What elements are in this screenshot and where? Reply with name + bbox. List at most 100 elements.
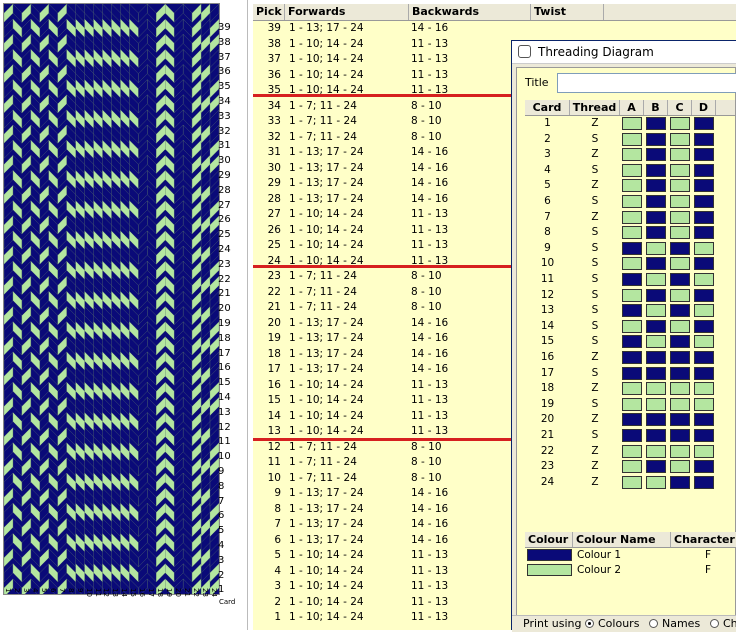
thread-direction[interactable]: Z (570, 147, 620, 163)
hole-a-cell[interactable] (622, 148, 642, 162)
hole-b-cell[interactable] (646, 413, 666, 427)
thread-direction[interactable]: S (570, 334, 620, 350)
hole-b-cell[interactable] (646, 366, 666, 380)
hole-c-cell[interactable] (670, 319, 690, 333)
card-row[interactable]: 6S (525, 194, 735, 210)
hole-c-cell[interactable] (670, 117, 690, 130)
hole-c-cell[interactable] (670, 163, 690, 177)
hole-b-cell[interactable] (646, 304, 666, 318)
thread-direction[interactable]: S (570, 225, 620, 241)
card-row[interactable]: 19 S (525, 397, 735, 413)
hole-b-cell[interactable] (646, 241, 666, 255)
hole-c-cell[interactable] (670, 273, 690, 286)
hole-b-cell[interactable] (646, 195, 666, 208)
hole-c-cell[interactable] (670, 148, 690, 162)
hole-a-cell[interactable] (622, 257, 642, 271)
thread-direction[interactable]: S (570, 241, 620, 257)
hole-a-cell[interactable] (622, 304, 642, 318)
card-row[interactable]: 24 Z (525, 475, 735, 491)
hole-a-cell[interactable] (622, 444, 642, 458)
card-row[interactable]: 15 S (525, 334, 735, 350)
hole-d-cell[interactable] (694, 195, 714, 208)
thread-direction[interactable]: Z (570, 350, 620, 366)
col-forwards-header[interactable]: Forwards (285, 4, 409, 20)
card-row[interactable]: 3Z (525, 147, 735, 163)
thread-direction[interactable]: S (570, 194, 620, 210)
hole-c-cell[interactable] (670, 288, 690, 302)
hole-b-cell[interactable] (646, 179, 666, 193)
hole-a-cell[interactable] (622, 226, 642, 240)
hole-c-cell[interactable] (670, 351, 690, 364)
hole-b-cell[interactable] (646, 210, 666, 224)
hole-b-cell[interactable] (646, 132, 666, 146)
card-row[interactable]: 12 S (525, 288, 735, 304)
card-row[interactable]: 14 S (525, 319, 735, 335)
thread-direction[interactable]: S (570, 132, 620, 148)
card-row[interactable]: 5Z (525, 178, 735, 194)
hole-c-cell[interactable] (670, 226, 690, 240)
hole-b-cell[interactable] (646, 163, 666, 177)
hole-d-cell[interactable] (694, 429, 714, 442)
hole-c-cell[interactable] (670, 460, 690, 474)
card-row[interactable]: 4S (525, 163, 735, 179)
hole-a-cell[interactable] (622, 241, 642, 255)
hole-c-cell[interactable] (670, 241, 690, 255)
hole-c-cell[interactable] (670, 397, 690, 411)
card-row[interactable]: 16 Z (525, 350, 735, 366)
hole-c-cell[interactable] (670, 382, 690, 396)
card-row[interactable]: 1Z (525, 116, 735, 132)
colour-swatch[interactable] (527, 564, 572, 576)
hole-c-cell[interactable] (670, 335, 690, 349)
thread-direction[interactable]: Z (570, 116, 620, 132)
hole-b-cell[interactable] (646, 319, 666, 333)
hole-d-cell[interactable] (694, 335, 714, 349)
hole-d-cell[interactable] (694, 444, 714, 458)
hole-a-cell[interactable] (622, 335, 642, 349)
title-input[interactable] (557, 73, 736, 93)
hole-b-cell[interactable] (646, 382, 666, 396)
card-row[interactable]: 22 Z (525, 444, 735, 460)
hole-c-cell[interactable] (670, 429, 690, 442)
thread-direction[interactable]: S (570, 319, 620, 335)
hole-c-cell[interactable] (670, 475, 690, 489)
hole-a-cell[interactable] (622, 117, 642, 130)
hole-d-cell[interactable] (694, 397, 714, 411)
hole-a-cell[interactable] (622, 179, 642, 193)
colour-row[interactable]: Colour 2 F (525, 563, 736, 578)
hole-b-cell[interactable] (646, 429, 666, 442)
hole-b-cell[interactable] (646, 351, 666, 364)
card-row[interactable]: 20 Z (525, 412, 735, 428)
hole-d-cell[interactable] (694, 241, 714, 255)
col-twist-header[interactable]: Twist (531, 4, 604, 20)
hole-a-cell[interactable] (622, 413, 642, 427)
colour-swatch[interactable] (527, 549, 572, 561)
card-row[interactable]: 10 S (525, 256, 735, 272)
hole-c-cell[interactable] (670, 179, 690, 193)
thread-direction[interactable]: S (570, 272, 620, 288)
card-row[interactable]: 11 S (525, 272, 735, 288)
hole-d-cell[interactable] (694, 163, 714, 177)
hole-d-cell[interactable] (694, 366, 714, 380)
hole-c-cell[interactable] (670, 132, 690, 146)
colour-row[interactable]: Colour 1 F (525, 548, 736, 563)
hole-b-cell[interactable] (646, 273, 666, 286)
hole-d-cell[interactable] (694, 304, 714, 318)
hole-d-cell[interactable] (694, 413, 714, 427)
card-row[interactable]: 21 S (525, 428, 735, 444)
hole-d-cell[interactable] (694, 382, 714, 396)
hole-d-cell[interactable] (694, 226, 714, 240)
thread-direction[interactable]: Z (570, 459, 620, 475)
hole-c-cell[interactable] (670, 444, 690, 458)
hole-a-cell[interactable] (622, 288, 642, 302)
card-row[interactable]: 13 S (525, 303, 735, 319)
hole-b-cell[interactable] (646, 397, 666, 411)
hole-a-cell[interactable] (622, 475, 642, 489)
thread-direction[interactable]: Z (570, 412, 620, 428)
hole-d-cell[interactable] (694, 273, 714, 286)
hole-b-cell[interactable] (646, 288, 666, 302)
col-pick-header[interactable]: Pick (253, 4, 285, 20)
hole-c-cell[interactable] (670, 257, 690, 271)
hole-a-cell[interactable] (622, 397, 642, 411)
hole-a-cell[interactable] (622, 163, 642, 177)
col-backwards-header[interactable]: Backwards (409, 4, 531, 20)
